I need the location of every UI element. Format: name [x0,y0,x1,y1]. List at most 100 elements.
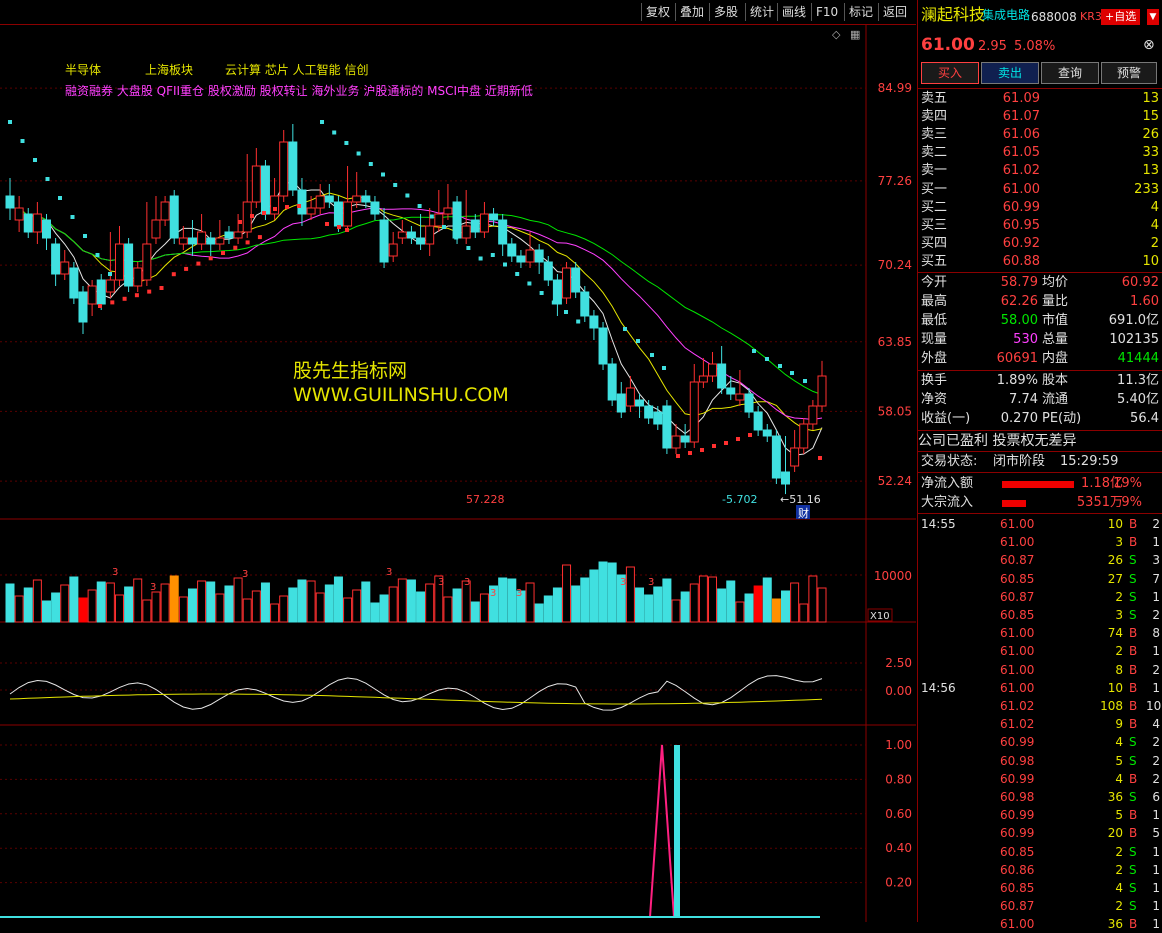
volume-bar [406,579,416,623]
sell-button[interactable]: 卖出 [981,62,1039,84]
tick-side: B [1129,517,1138,531]
tick-price: 60.99 [1000,826,1035,841]
volume-bar [680,591,690,623]
volume-bar [443,596,453,623]
toolbar-button-4[interactable]: 画线 [777,3,810,21]
sar-dot [417,204,422,208]
candle-body [744,393,754,413]
price-axis-label: 84.99 [878,81,912,95]
sar-dot [98,304,102,308]
candle-body [361,195,371,203]
candle-body [96,279,106,305]
osc-axis-label: 0.00 [885,684,912,698]
tick-count: 1 [1152,844,1160,859]
alert-button[interactable]: 预警 [1101,62,1157,84]
quote-label: 均价 [1042,275,1069,290]
flow-row: 大宗流入 5351万 9% [918,494,1162,512]
quote-value: 41444 [1117,351,1159,366]
chart-area[interactable]: 84.99 77.26 70.24 63.85 58.05 52.24 ◇ ▦ 57.228 -5… [0,24,916,922]
tick-side: S [1129,881,1137,895]
tick-volume: 3 [1115,608,1123,622]
quote-label: 最低 [921,313,948,328]
tick-row: 60.99 5 B 1 [918,806,1162,824]
quote-label: 量比 [1042,294,1069,309]
toolbar-button-3[interactable]: 统计 [745,3,778,21]
toolbar-button-5[interactable]: F10 [811,3,842,21]
price-axis-label: 52.24 [878,474,912,488]
tick-volume: 2 [1115,589,1123,604]
volume-bar [817,587,827,623]
volume-bar [160,583,170,623]
candle-body [215,237,225,245]
tick-price: 60.85 [1000,571,1035,586]
sar-dot [442,225,446,229]
candle-body [425,225,435,245]
volume-bar [370,602,380,623]
quote-label: 现量 [921,332,948,347]
fund-value: 11.3亿 [1117,373,1159,388]
volume-bar [5,583,15,623]
candle-body [808,405,818,425]
moving-average-line [10,207,823,396]
tick-row: 60.85 4 S 1 [918,879,1162,897]
tick-price: 60.99 [1000,771,1035,786]
query-button[interactable]: 查询 [1041,62,1099,84]
toolbar-button-2[interactable]: 多股 [709,3,742,21]
tick-time: 14:55 [921,517,956,531]
flow-label: 净流入额 [921,476,974,491]
tick-volume: 36 [1107,790,1123,804]
sar-dot [221,251,225,255]
candle-body [461,225,471,239]
tick-row: 60.87 26 S 3 [918,551,1162,569]
tick-time: 14:56 [921,680,956,695]
toolbar-button-1[interactable]: 叠加 [675,3,708,21]
tick-count: 2 [1152,662,1160,677]
quote-label: 外盘 [921,351,948,366]
bid-label: 买一 [921,182,948,197]
volume-marker: 3 [112,567,118,578]
sar-dot [748,433,752,437]
sar-dot [623,327,627,331]
tick-side: B [1129,680,1138,695]
add-watchlist-button[interactable]: +自选 [1101,9,1141,25]
sar-dot [490,253,495,257]
tick-row: 61.00 3 B 1 [918,533,1162,551]
candle-body [416,237,426,245]
tick-volume: 5 [1115,753,1123,768]
candle-body [224,231,234,239]
tick-side: S [1129,735,1137,750]
stock-sector[interactable]: 集成电路 [982,6,1030,24]
buy-button[interactable]: 买入 [921,62,979,84]
grid-icon: ▦ [850,28,860,41]
volume-bar [808,575,818,623]
signal-axis-label: 0.80 [885,772,912,786]
quote-value: 58.00 [1000,313,1038,328]
sar-dot [345,228,349,232]
candle-body [571,267,581,293]
candle-body [388,243,398,257]
toolbar-button-0[interactable]: 复权 [641,3,674,21]
bid-price: 60.92 [1002,236,1040,251]
volume-marker: 3 [516,588,522,599]
collapse-icon[interactable]: ⊗ [1143,36,1155,54]
toolbar-button-6[interactable]: 标记 [844,3,877,21]
dropdown-arrow-icon[interactable]: ▼ [1147,9,1159,25]
sar-dot [233,245,238,250]
sar-dot [196,261,201,266]
volume-bar [607,562,617,623]
tick-side: B [1129,717,1138,732]
tick-volume: 4 [1115,735,1123,750]
volume-bar [361,581,371,623]
tick-row: 61.02 108 B 10 [918,697,1162,715]
market-badge: KR3 [1080,10,1102,23]
candle-body [507,243,517,257]
stock-header: 澜起科技 集成电路 688008 KR3 +自选 ▼ [918,6,1162,28]
volume-bar [662,578,672,623]
candle-body [14,207,24,221]
toolbar-button-7[interactable]: 返回 [878,3,911,21]
tick-volume: 2 [1115,644,1123,659]
tick-price: 60.87 [1000,589,1035,604]
candle-body [625,387,635,407]
tick-count: 2 [1152,735,1160,750]
chart-canvas[interactable]: 84.99 77.26 70.24 63.85 58.05 52.24 ◇ ▦ 57.228 -5… [0,24,916,922]
